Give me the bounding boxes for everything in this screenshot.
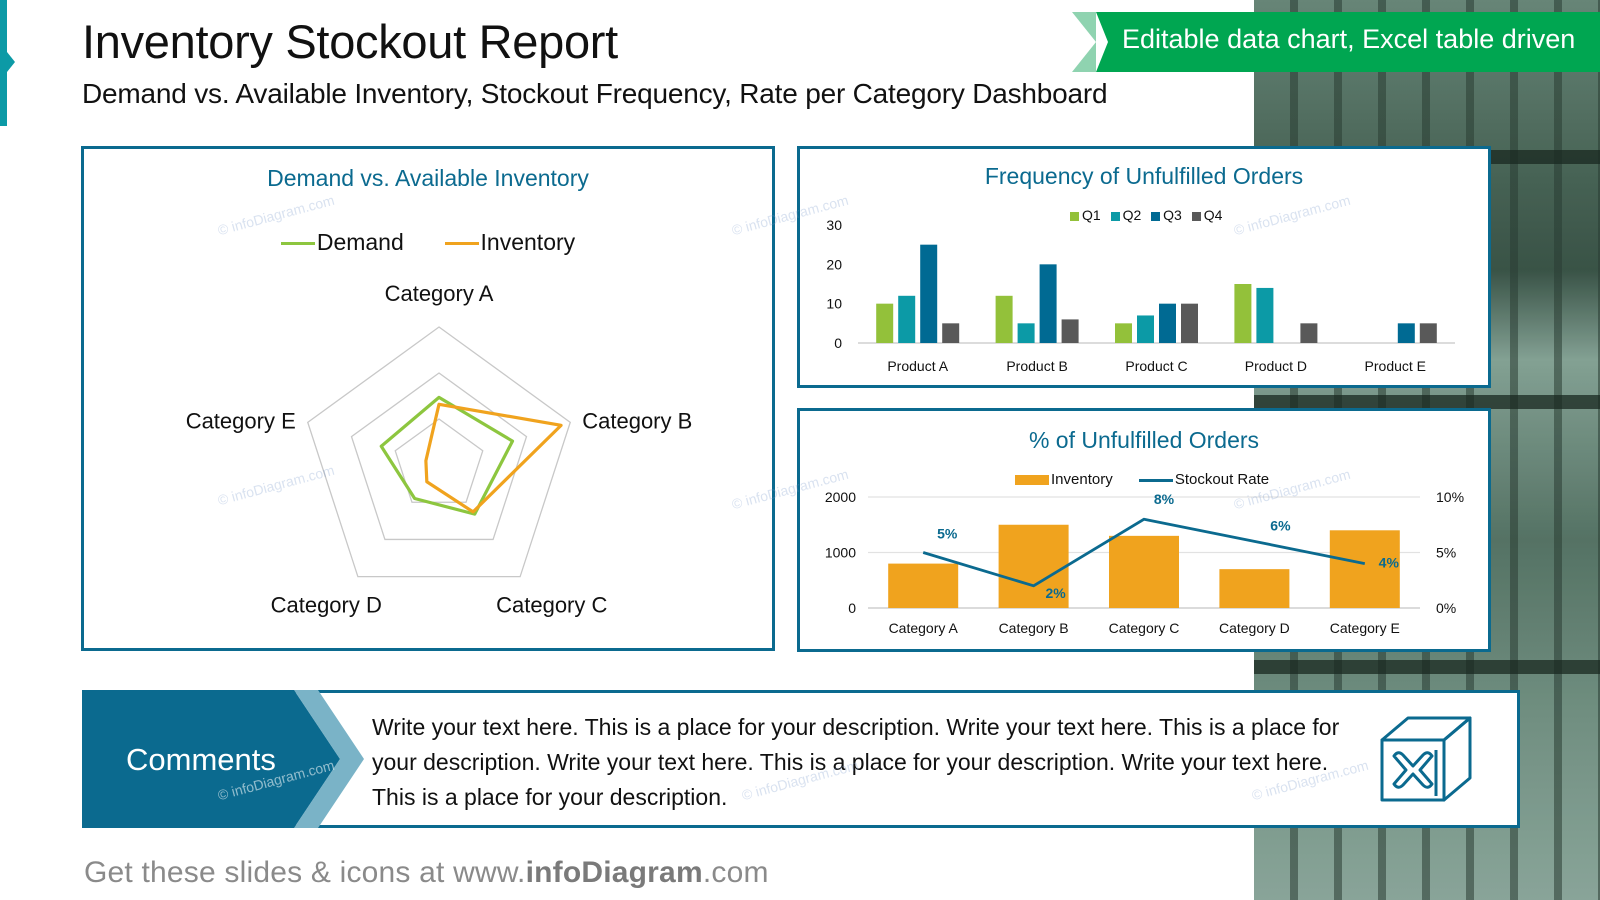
frequency-category-label: Product D	[1245, 358, 1307, 374]
frequency-category-label: Product A	[887, 358, 948, 374]
frequency-bar-q3	[1159, 303, 1176, 343]
radar-panel: Demand vs. Available Inventory Demand In…	[81, 146, 775, 651]
frequency-bar-q1	[1234, 284, 1252, 343]
pct-category-label: Category B	[999, 620, 1069, 636]
frequency-ytick-label: 20	[826, 256, 842, 272]
pct-panel: % of Unfulfilled Orders Inventory Stocko…	[730, 408, 1491, 652]
radar-category-label: Category D	[271, 593, 382, 618]
pct-right-tick-label: 5%	[1436, 545, 1456, 561]
editable-ribbon: Editable data chart, Excel table driven	[1072, 12, 1600, 72]
frequency-chart: 0 10 20 30 Product A Product B Product C Produc…	[826, 217, 1455, 374]
ribbon-fold	[1072, 12, 1096, 72]
accent-notch	[7, 52, 15, 72]
pct-stockout-data-label: 8%	[1154, 491, 1175, 507]
pct-category-label: Category D	[1219, 620, 1290, 636]
pct-category-label: Category E	[1330, 620, 1400, 636]
frequency-bar-q4	[1300, 323, 1318, 343]
photo-shelf-beam	[1254, 395, 1600, 409]
pct-inventory-bar	[1219, 569, 1290, 608]
footer-credit[interactable]: Get these slides & icons at www.infoDiag…	[84, 856, 769, 890]
frequency-category-label: Product E	[1365, 358, 1426, 374]
frequency-bar-q2	[898, 295, 916, 343]
pct-inventory-bar	[1109, 535, 1179, 608]
pct-stockout-data-label: 2%	[1045, 585, 1066, 601]
pct-stockout-data-label: 4%	[1379, 555, 1400, 571]
footer-brand: infoDiagram	[525, 856, 703, 889]
frequency-ytick-label: 30	[826, 217, 842, 233]
pct-chart: 0 1000 2000 0% 5% 10% Category A Category B Cate…	[825, 489, 1464, 636]
frequency-bar-q4	[1061, 319, 1079, 343]
radar-category-label: Category A	[385, 281, 494, 306]
frequency-ytick-label: 0	[834, 335, 842, 351]
pct-left-tick-label: 2000	[825, 489, 856, 505]
radar-category-label: Category B	[582, 408, 692, 433]
frequency-bar-q2	[1256, 287, 1274, 343]
frequency-bar-q1	[1115, 323, 1132, 343]
footer-suffix: .com	[702, 856, 769, 889]
box-x-icon	[1380, 716, 1472, 802]
frequency-bar-q4	[942, 323, 960, 343]
pct-inventory-bar	[888, 563, 959, 608]
frequency-bar-q3	[920, 244, 938, 343]
footer-prefix: Get these slides & icons at www.	[84, 856, 526, 889]
frequency-bar-q2	[1017, 323, 1035, 343]
radar-chart: Category A Category B Category C Category D…	[186, 281, 693, 618]
comments-text[interactable]: Write your text here. This is a place fo…	[372, 710, 1342, 815]
pct-left-tick-label: 0	[848, 600, 856, 616]
page-title: Inventory Stockout Report	[82, 15, 618, 68]
frequency-bar-q3	[1397, 323, 1415, 343]
page-subtitle: Demand vs. Available Inventory, Stockout…	[82, 78, 1108, 109]
frequency-bar-q3	[1039, 264, 1057, 343]
frequency-bar-q4	[1181, 303, 1198, 343]
frequency-bar-q4	[1419, 323, 1437, 343]
photo-shelf-beam	[1254, 660, 1600, 674]
pct-category-label: Category C	[1109, 620, 1180, 636]
radar-category-label: Category E	[186, 408, 296, 433]
frequency-bar-q1	[995, 295, 1013, 343]
pct-category-label: Category A	[889, 620, 959, 636]
comments-label: Comments	[126, 742, 276, 777]
frequency-panel: Frequency of Unfulfilled Orders Q1 Q2 Q3…	[730, 146, 1491, 388]
frequency-bar-q2	[1137, 315, 1154, 343]
pct-right-tick-label: 0%	[1436, 600, 1456, 616]
accent-bar	[0, 0, 7, 126]
radar-series-inventory	[424, 402, 563, 514]
ribbon-text: Editable data chart, Excel table driven	[1122, 24, 1576, 54]
pct-right-tick-label: 10%	[1436, 489, 1464, 505]
radar-category-label: Category C	[496, 593, 607, 618]
pct-left-tick-label: 1000	[825, 545, 856, 561]
pct-stockout-data-label: 5%	[937, 526, 958, 542]
frequency-ytick-label: 10	[826, 296, 842, 312]
pct-stockout-data-label: 6%	[1270, 517, 1291, 533]
frequency-bar-q1	[876, 303, 894, 343]
frequency-category-label: Product C	[1125, 358, 1187, 374]
frequency-category-label: Product B	[1006, 358, 1067, 374]
